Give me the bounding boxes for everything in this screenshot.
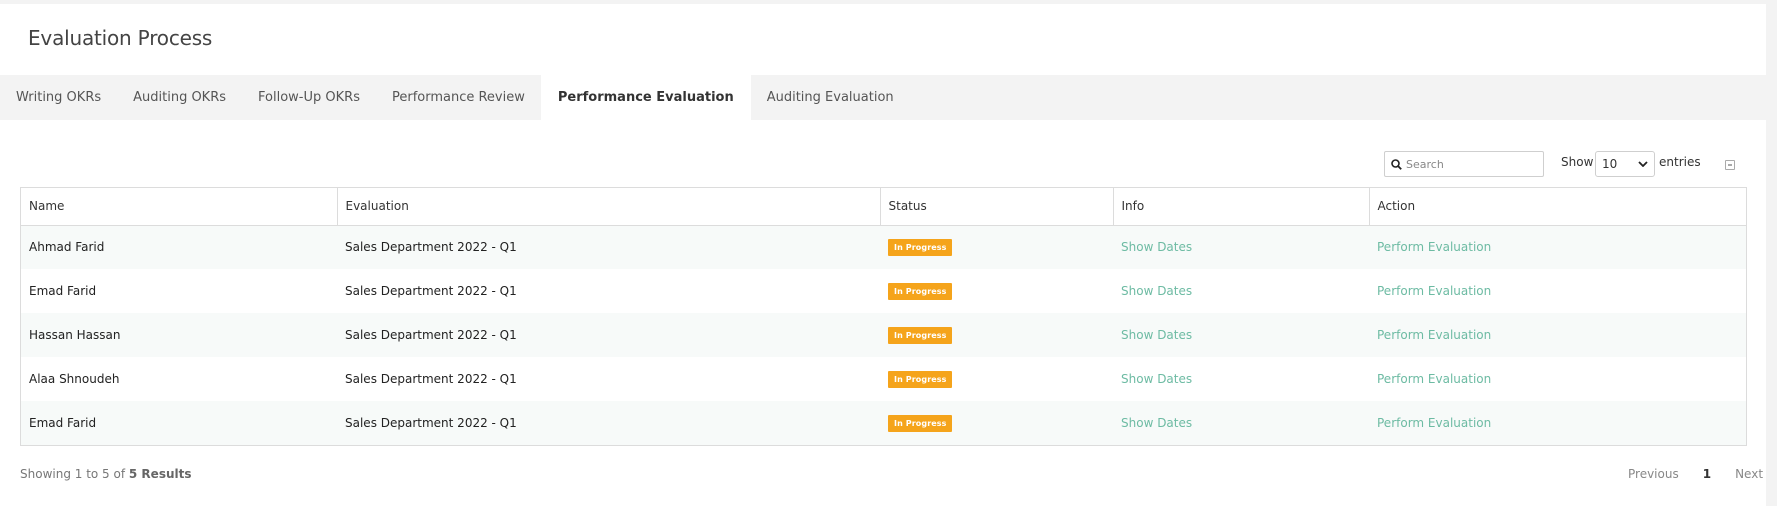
export-icon[interactable]	[1725, 160, 1735, 170]
column-header-name[interactable]: Name	[21, 188, 338, 226]
show-label: Show	[1561, 155, 1594, 169]
next-page-button[interactable]: Next	[1735, 467, 1763, 481]
tab-follow-up-okrs[interactable]: Follow-Up OKRs	[242, 75, 376, 120]
show-dates-link[interactable]: Show Dates	[1121, 240, 1192, 254]
status-badge: In Progress	[888, 282, 953, 300]
cell-info: Show Dates	[1113, 357, 1369, 401]
results-count: 5 Results	[128, 467, 192, 481]
cell-action: Perform Evaluation	[1369, 357, 1746, 401]
show-dates-link[interactable]: Show Dates	[1121, 284, 1192, 298]
table-row: Ahmad Farid Sales Department 2022 - Q1 I…	[21, 225, 1746, 269]
cell-name: Emad Farid	[21, 269, 337, 313]
cell-name: Alaa Shnoudeh	[21, 357, 337, 401]
page-size-value: 10	[1602, 157, 1618, 171]
cell-evaluation: Sales Department 2022 - Q1	[337, 225, 880, 269]
perform-evaluation-link[interactable]: Perform Evaluation	[1377, 416, 1491, 430]
cell-info: Show Dates	[1113, 313, 1369, 357]
status-badge: In Progress	[888, 370, 953, 388]
table-row: Emad Farid Sales Department 2022 - Q1 In…	[21, 269, 1746, 313]
show-dates-link[interactable]: Show Dates	[1121, 372, 1192, 386]
column-header-status[interactable]: Status	[880, 188, 1114, 226]
tab-auditing-evaluation[interactable]: Auditing Evaluation	[751, 75, 910, 120]
column-header-action[interactable]: Action	[1369, 188, 1746, 226]
show-dates-link[interactable]: Show Dates	[1121, 416, 1192, 430]
table-toolbar: Show 10 entries	[0, 148, 1766, 177]
column-header-info[interactable]: Info	[1113, 188, 1370, 226]
cell-action: Perform Evaluation	[1369, 225, 1746, 269]
cell-name: Emad Farid	[21, 401, 337, 445]
cell-evaluation: Sales Department 2022 - Q1	[337, 401, 880, 445]
tab-auditing-okrs[interactable]: Auditing OKRs	[117, 75, 242, 120]
cell-evaluation: Sales Department 2022 - Q1	[337, 357, 880, 401]
perform-evaluation-link[interactable]: Perform Evaluation	[1377, 284, 1491, 298]
perform-evaluation-link[interactable]: Perform Evaluation	[1377, 240, 1491, 254]
table-header-row: Name Evaluation Status Info Action	[21, 188, 1746, 226]
cell-evaluation: Sales Department 2022 - Q1	[337, 269, 880, 313]
table-row: Alaa Shnoudeh Sales Department 2022 - Q1…	[21, 357, 1746, 401]
perform-evaluation-link[interactable]: Perform Evaluation	[1377, 328, 1491, 342]
status-badge: In Progress	[888, 414, 953, 432]
show-dates-link[interactable]: Show Dates	[1121, 328, 1192, 342]
cell-info: Show Dates	[1113, 269, 1369, 313]
cell-action: Perform Evaluation	[1369, 401, 1746, 445]
cell-status: In Progress	[880, 225, 1113, 269]
page-title: Evaluation Process	[28, 26, 213, 50]
status-badge: In Progress	[888, 326, 953, 344]
cell-status: In Progress	[880, 313, 1113, 357]
cell-name: Hassan Hassan	[21, 313, 337, 357]
tab-performance-review[interactable]: Performance Review	[376, 75, 541, 120]
status-badge: In Progress	[888, 238, 953, 256]
cell-status: In Progress	[880, 401, 1113, 445]
pagination: Previous 1 Next	[1628, 467, 1763, 481]
search-box[interactable]	[1384, 151, 1544, 177]
current-page-button[interactable]: 1	[1703, 467, 1711, 481]
cell-action: Perform Evaluation	[1369, 269, 1746, 313]
cell-status: In Progress	[880, 269, 1113, 313]
cell-action: Perform Evaluation	[1369, 313, 1746, 357]
evaluations-table: Name Evaluation Status Info Action Ahmad…	[20, 187, 1747, 446]
perform-evaluation-link[interactable]: Perform Evaluation	[1377, 372, 1491, 386]
showing-text: Showing 1 to 5 of	[20, 467, 126, 481]
cell-name: Ahmad Farid	[21, 225, 337, 269]
page-container: Evaluation Process Writing OKRs Auditing…	[0, 4, 1766, 506]
tab-bar: Writing OKRs Auditing OKRs Follow-Up OKR…	[0, 75, 1766, 120]
chevron-down-icon	[1638, 161, 1648, 167]
cell-info: Show Dates	[1113, 401, 1369, 445]
table-row: Hassan Hassan Sales Department 2022 - Q1…	[21, 313, 1746, 357]
page-size-select[interactable]: 10	[1595, 151, 1655, 177]
cell-status: In Progress	[880, 357, 1113, 401]
search-icon	[1391, 158, 1402, 170]
table-row: Emad Farid Sales Department 2022 - Q1 In…	[21, 401, 1746, 445]
cell-evaluation: Sales Department 2022 - Q1	[337, 313, 880, 357]
entries-label: entries	[1659, 155, 1701, 169]
tab-performance-evaluation[interactable]: Performance Evaluation	[540, 75, 751, 120]
search-input[interactable]	[1402, 157, 1532, 171]
column-header-evaluation[interactable]: Evaluation	[337, 188, 881, 226]
previous-page-button[interactable]: Previous	[1628, 467, 1679, 481]
cell-info: Show Dates	[1113, 225, 1369, 269]
tab-writing-okrs[interactable]: Writing OKRs	[0, 75, 117, 120]
results-summary: Showing 1 to 5 of 5 Results	[20, 467, 192, 481]
